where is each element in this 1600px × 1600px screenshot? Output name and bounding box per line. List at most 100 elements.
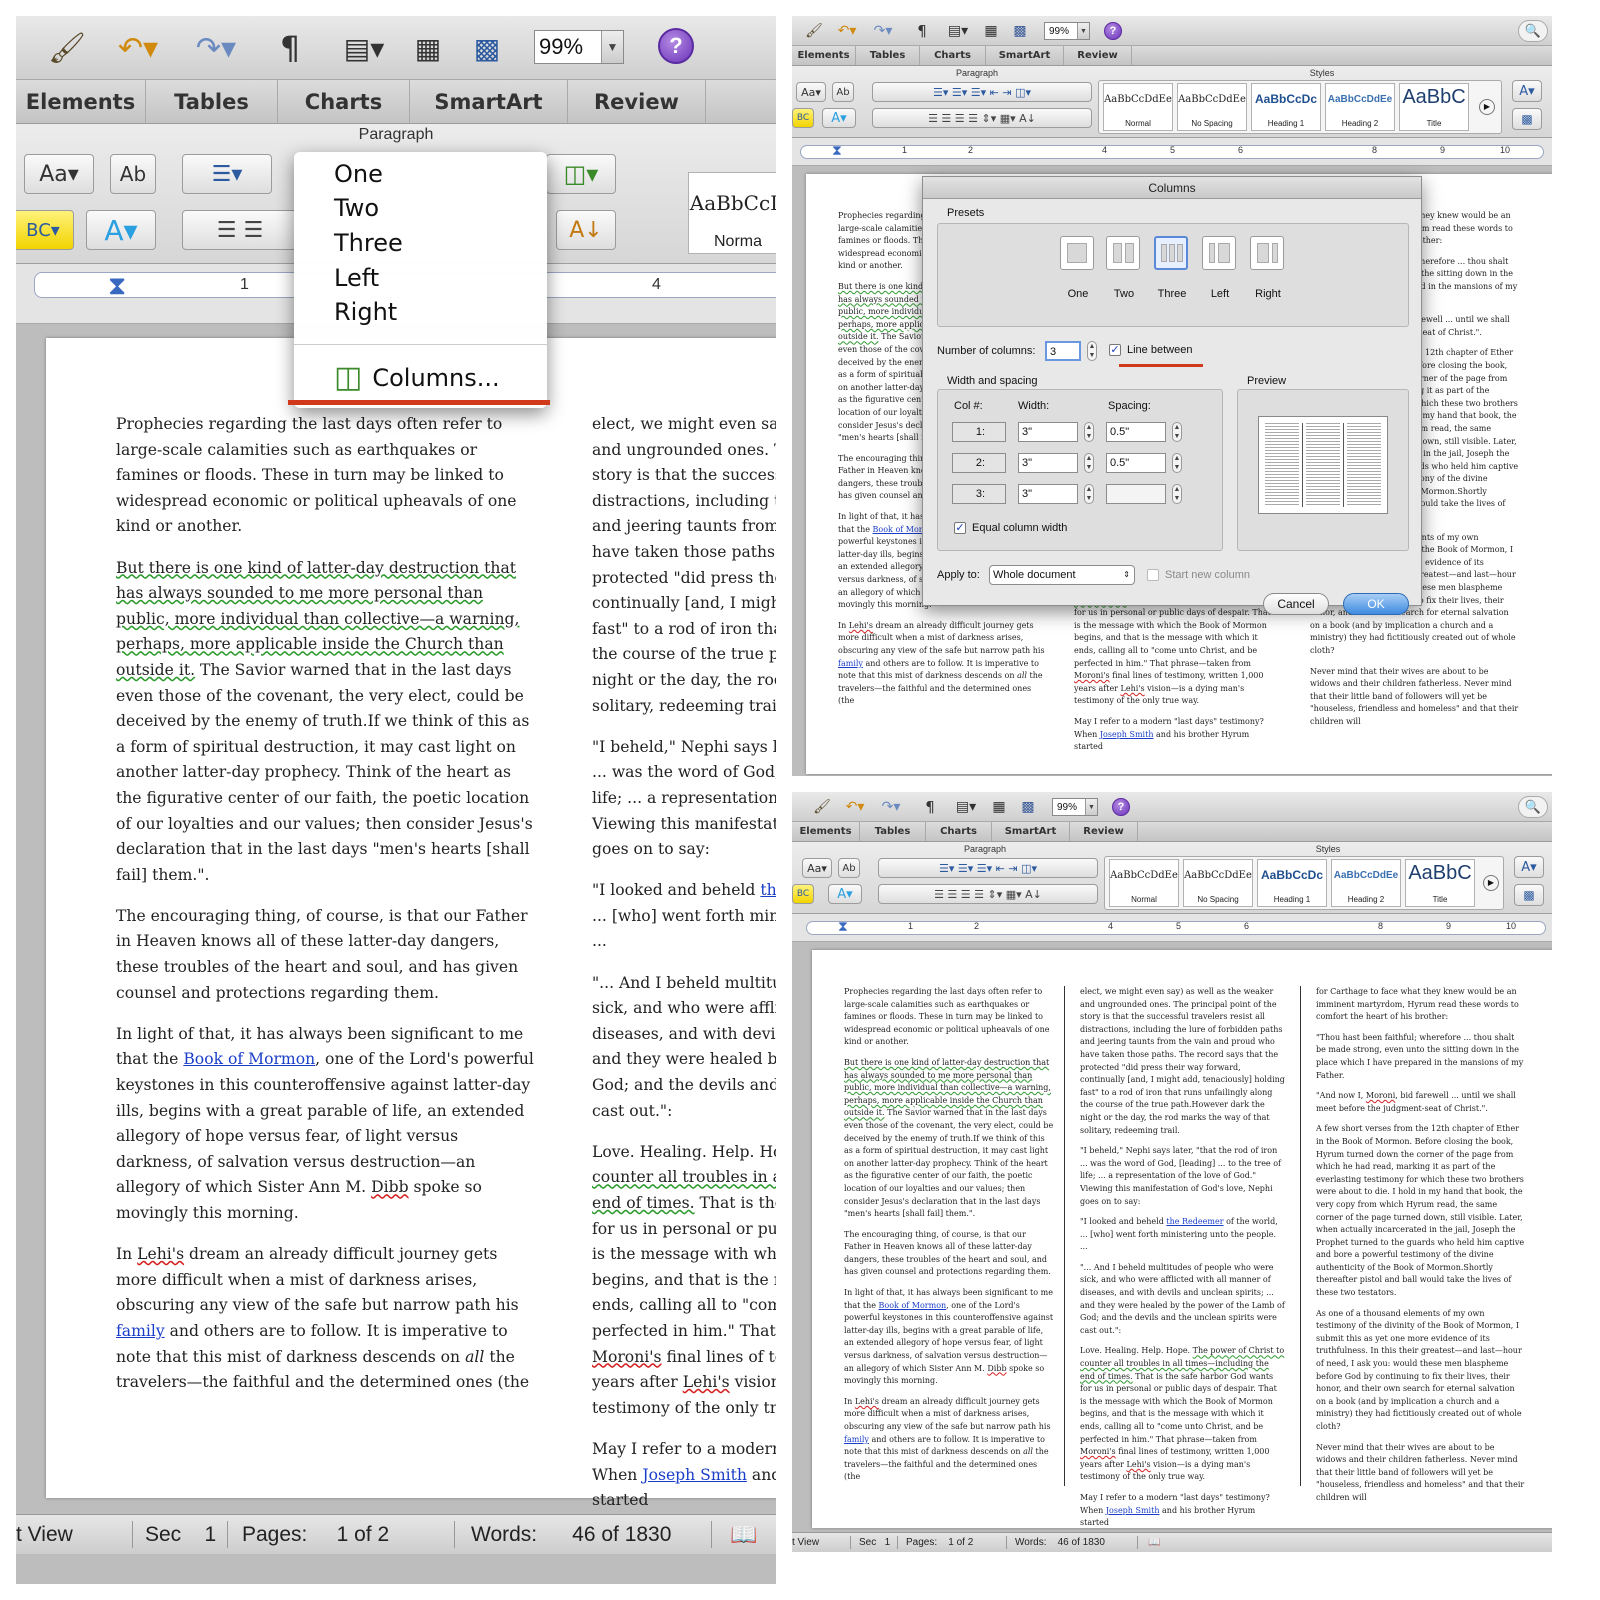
indent-marker-icon[interactable]: ⧗ bbox=[832, 142, 842, 159]
toolbox-icon[interactable]: ▩ bbox=[1016, 796, 1040, 818]
spacing-input[interactable]: 0.5" bbox=[1106, 422, 1166, 442]
width-input[interactable]: 3" bbox=[1018, 422, 1078, 442]
preset-three[interactable] bbox=[1154, 236, 1188, 270]
tab-review[interactable]: Review bbox=[568, 80, 706, 123]
tab-tables[interactable]: Tables bbox=[146, 80, 278, 123]
sidebar-icon[interactable]: ▤▾ bbox=[332, 26, 396, 70]
cancel-button[interactable]: Cancel bbox=[1263, 593, 1329, 615]
menu-item-columns-dialog[interactable]: ◫ Columns... bbox=[334, 360, 500, 395]
paragraph-marks-icon[interactable]: ¶ bbox=[270, 26, 310, 70]
search-icon[interactable]: 🔍 bbox=[1518, 796, 1548, 818]
highlight-button[interactable]: BC bbox=[792, 884, 814, 904]
help-icon[interactable]: ? bbox=[1112, 798, 1130, 816]
tab-elements[interactable]: Elements bbox=[792, 46, 856, 65]
redo-icon[interactable]: ↷▾ bbox=[184, 26, 248, 70]
align-buttons[interactable]: ☰ ☰ ☰ ☰ ⇕▾ ▦▾ A↓ bbox=[872, 108, 1092, 128]
bullets-button[interactable]: ☰▾ bbox=[182, 154, 272, 194]
link-family[interactable]: family bbox=[844, 1435, 869, 1444]
link-book-of-mormon[interactable]: Book of Mormon bbox=[183, 1050, 315, 1068]
tab-tables[interactable]: Tables bbox=[856, 46, 920, 65]
font-case-button[interactable]: Aa▾ bbox=[24, 154, 94, 194]
sidebar-icon[interactable]: ▤▾ bbox=[950, 796, 982, 818]
format-painter-icon[interactable]: 🖌 bbox=[802, 20, 826, 42]
preset-two[interactable] bbox=[1106, 236, 1140, 270]
link-joseph-smith[interactable]: Joseph Smith bbox=[1106, 1506, 1160, 1515]
line-between-checkbox[interactable]: ✓ bbox=[1109, 344, 1121, 356]
undo-icon[interactable]: ↶▾ bbox=[106, 26, 170, 70]
preset-right[interactable] bbox=[1250, 236, 1284, 270]
style-no-spacing-tile[interactable]: AaBbCcDdEe No Spacing bbox=[1177, 83, 1247, 131]
proofing-icon[interactable]: 📖 bbox=[1138, 1537, 1160, 1548]
tab-review[interactable]: Review bbox=[1064, 46, 1132, 65]
toolbox-icon[interactable]: ▩ bbox=[1514, 884, 1544, 906]
menu-item-one[interactable]: One bbox=[334, 160, 383, 188]
tab-review[interactable]: Review bbox=[1070, 822, 1138, 841]
proofing-icon[interactable]: 📖 bbox=[712, 1522, 757, 1548]
link-redeemer[interactable]: the Redeemer bbox=[760, 881, 776, 899]
chevron-right-icon[interactable]: ▶ bbox=[1483, 875, 1499, 891]
paragraph-marks-icon[interactable]: ¶ bbox=[920, 796, 940, 818]
chevron-right-icon[interactable]: ▶ bbox=[1479, 99, 1495, 115]
format-painter-icon[interactable]: 🖌 bbox=[810, 796, 834, 818]
gallery-icon[interactable]: ▦ bbox=[980, 20, 1002, 42]
menu-item-two[interactable]: Two bbox=[334, 194, 379, 222]
width-stepper[interactable]: ▲ ▼ bbox=[1084, 484, 1094, 504]
highlight-button[interactable]: BC bbox=[792, 108, 814, 128]
tab-tables[interactable]: Tables bbox=[860, 822, 926, 841]
width-input[interactable]: 3" bbox=[1018, 484, 1078, 504]
menu-item-left[interactable]: Left bbox=[334, 264, 379, 292]
style-normal-tile[interactable]: AaBbCcDdEe Normal bbox=[1109, 859, 1179, 907]
style-normal-tile[interactable]: AaBbCcD Norma bbox=[688, 172, 776, 254]
tab-elements[interactable]: Elements bbox=[16, 80, 146, 123]
style-title-tile[interactable]: AaBbC Title bbox=[1399, 83, 1469, 131]
font-case-button[interactable]: Aa▾ bbox=[796, 82, 826, 102]
paragraph-marks-icon[interactable]: ¶ bbox=[912, 20, 932, 42]
toolbox-icon[interactable]: ▩ bbox=[1512, 108, 1542, 130]
spacing-input[interactable] bbox=[1106, 484, 1166, 504]
tab-smartart[interactable]: SmartArt bbox=[986, 46, 1064, 65]
tab-elements[interactable]: Elements bbox=[792, 822, 860, 841]
sidebar-icon[interactable]: ▤▾ bbox=[942, 20, 974, 42]
undo-icon[interactable]: ↶▾ bbox=[832, 20, 862, 42]
zoom-select[interactable]: 99% ▼ bbox=[534, 30, 624, 64]
num-cols-input[interactable]: 3 bbox=[1045, 341, 1081, 361]
toolbox-icon[interactable]: ▩ bbox=[1008, 20, 1032, 42]
indent-marker-icon[interactable]: ⧗ bbox=[108, 270, 126, 302]
tab-smartart[interactable]: SmartArt bbox=[410, 80, 568, 123]
link-joseph-smith[interactable]: Joseph Smith bbox=[642, 1466, 747, 1484]
help-icon[interactable]: ? bbox=[1104, 22, 1122, 40]
tab-smartart[interactable]: SmartArt bbox=[992, 822, 1070, 841]
link-family[interactable]: family bbox=[838, 659, 863, 668]
menu-item-right[interactable]: Right bbox=[334, 298, 397, 326]
style-title-tile[interactable]: AaBbC Title bbox=[1405, 859, 1475, 907]
list-buttons[interactable]: ☰▾ ☰▾ ☰▾ ⇤ ⇥ ◫▾ bbox=[878, 858, 1098, 878]
spelling-icon[interactable]: Ab bbox=[110, 154, 156, 194]
text-effects-button[interactable]: A▾ bbox=[828, 884, 862, 904]
styles-pane-icon[interactable]: A▾ bbox=[1514, 856, 1544, 878]
spelling-icon[interactable]: Ab bbox=[832, 82, 854, 102]
style-heading1-tile[interactable]: AaBbCcDc Heading 1 bbox=[1257, 859, 1327, 907]
columns-button[interactable]: ◫▾ bbox=[546, 154, 616, 194]
link-joseph-smith[interactable]: Joseph Smith bbox=[1100, 730, 1154, 739]
link-book-of-mormon[interactable]: Book of Mormon bbox=[879, 1301, 947, 1310]
zoom-select[interactable]: 99% ▼ bbox=[1044, 22, 1090, 40]
redo-icon[interactable]: ↷▾ bbox=[876, 796, 906, 818]
toolbox-icon[interactable]: ▩ bbox=[462, 26, 512, 70]
menu-item-three[interactable]: Three bbox=[334, 229, 403, 257]
width-stepper[interactable]: ▲ ▼ bbox=[1084, 422, 1094, 442]
align-buttons[interactable]: ☰ ☰ ☰ ☰ ⇕▾ ▦▾ A↓ bbox=[878, 884, 1098, 904]
style-heading1-tile[interactable]: AaBbCcDc Heading 1 bbox=[1251, 83, 1321, 131]
styles-pane-icon[interactable]: A▾ bbox=[1512, 80, 1542, 102]
search-icon[interactable]: 🔍 bbox=[1518, 20, 1548, 42]
width-stepper[interactable]: ▲ ▼ bbox=[1084, 453, 1094, 473]
font-case-button[interactable]: Aa▾ bbox=[802, 858, 832, 878]
apply-to-select[interactable]: Whole document ⇕ bbox=[989, 565, 1135, 585]
align-buttons[interactable]: ☰ ☰ bbox=[182, 210, 298, 250]
preset-left[interactable] bbox=[1202, 236, 1236, 270]
spacing-input[interactable]: 0.5" bbox=[1106, 453, 1166, 473]
style-heading2-tile[interactable]: AaBbCcDdEe Heading 2 bbox=[1325, 83, 1395, 131]
undo-icon[interactable]: ↶▾ bbox=[840, 796, 870, 818]
width-input[interactable]: 3" bbox=[1018, 453, 1078, 473]
text-effects-button[interactable]: A▾ bbox=[822, 108, 856, 128]
num-cols-stepper[interactable]: ▲ ▼ bbox=[1087, 341, 1097, 361]
